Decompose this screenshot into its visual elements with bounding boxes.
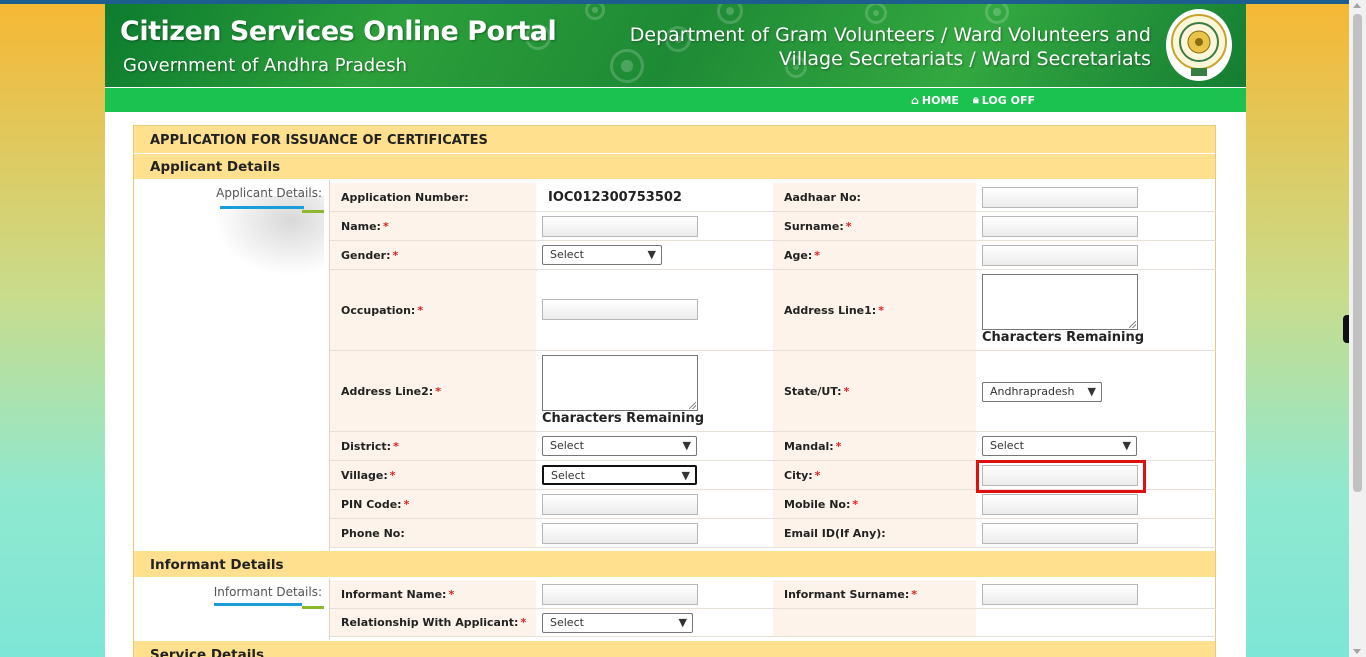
city-label: City: * <box>773 461 976 489</box>
gender-select[interactable]: Select ▼ <box>542 245 662 265</box>
name-label: Name: * <box>330 212 536 240</box>
address-line1-chars-remaining: Characters Remaining <box>982 330 1145 345</box>
relationship-select[interactable]: Select ▼ <box>542 613 693 633</box>
application-number-value: IOC012300753502 <box>548 189 682 205</box>
portal-title: Citizen Services Online Portal <box>120 16 557 47</box>
chevron-down-icon: ▼ <box>1122 439 1131 452</box>
form-row: Application Number: IOC012300753502 Aadh… <box>330 183 1216 212</box>
informant-surname-label: Informant Surname: * <box>773 580 976 608</box>
mobile-label: Mobile No: * <box>773 490 976 518</box>
page-container: Citizen Services Online Portal Governmen… <box>105 4 1246 657</box>
phone-input[interactable] <box>542 523 698 544</box>
department-name-line2: Village Secretariats / Ward Secretariats <box>778 48 1151 70</box>
email-input[interactable] <box>982 523 1138 544</box>
form-row: Address Line2: * Characters Remaining Sta… <box>330 351 1216 432</box>
nav-bar: ⌂ HOME 🔒︎ LOG OFF <box>105 88 1246 112</box>
aadhaar-input[interactable] <box>982 187 1138 208</box>
decor-bubble <box>610 49 644 83</box>
aadhaar-label: Aadhaar No: <box>773 183 976 211</box>
decor-bubble <box>865 4 887 24</box>
state-emblem-icon <box>1166 9 1232 81</box>
occupation-input[interactable] <box>542 299 698 320</box>
state-select[interactable]: Andhrapradesh ▼ <box>982 382 1102 402</box>
form-row: Village: * Select ▼ City: * <box>330 460 1216 493</box>
address-line2-chars-remaining: Characters Remaining <box>542 411 705 426</box>
chevron-down-icon: ▼ <box>682 439 691 452</box>
chevron-down-icon: ▼ <box>681 469 690 482</box>
surname-input[interactable] <box>982 216 1138 237</box>
scroll-up-icon[interactable] <box>1353 3 1361 8</box>
mandal-label: Mandal: * <box>773 432 976 460</box>
chevron-down-icon: ▼ <box>678 616 687 629</box>
side-underline-green <box>302 210 324 213</box>
decor-bubble <box>717 4 743 24</box>
side-underline-blue <box>220 206 304 209</box>
district-select[interactable]: Select ▼ <box>542 436 697 456</box>
mobile-input[interactable] <box>982 494 1138 515</box>
home-link[interactable]: ⌂ HOME <box>911 93 959 107</box>
chevron-down-icon: ▼ <box>647 248 656 261</box>
lock-icon: 🔒︎ <box>972 93 979 106</box>
address-line1-label: Address Line1: * <box>773 270 976 350</box>
vertical-scrollbar[interactable] <box>1349 0 1366 657</box>
applicant-section-header: Applicant Details <box>134 154 1215 179</box>
informant-section-header: Informant Details <box>134 551 1215 577</box>
logoff-label: LOG OFF <box>981 93 1035 107</box>
informant-name-input[interactable] <box>542 584 698 605</box>
form-row: Relationship With Applicant: * Select ▼ <box>330 609 1216 637</box>
form-row: Occupation: * Address Line1: * Characters … <box>330 270 1216 351</box>
logoff-link[interactable]: 🔒︎ LOG OFF <box>973 93 1035 107</box>
decor-bubble <box>585 4 605 20</box>
occupation-label: Occupation: * <box>330 270 536 350</box>
informant-surname-input[interactable] <box>982 584 1138 605</box>
district-label: District: * <box>330 432 536 460</box>
age-label: Age: * <box>773 241 976 269</box>
chevron-down-icon: ▼ <box>1087 385 1096 398</box>
village-select[interactable]: Select ▼ <box>542 465 697 485</box>
relationship-label: Relationship With Applicant: * <box>330 609 536 636</box>
form-row: Informant Name: * Informant Surname: * <box>330 580 1216 609</box>
home-icon: ⌂ <box>911 93 919 107</box>
applicant-details-grid: Application Number: IOC012300753502 Aadh… <box>329 180 1216 551</box>
phone-label: Phone No: <box>330 519 536 547</box>
header-banner: Citizen Services Online Portal Governmen… <box>105 4 1246 87</box>
age-input[interactable] <box>982 245 1138 266</box>
form-row: PIN Code: * Mobile No: * <box>330 490 1216 519</box>
pin-code-input[interactable] <box>542 494 698 515</box>
city-input-highlight <box>976 460 1146 493</box>
form-title: APPLICATION FOR ISSUANCE OF CERTIFICATES <box>134 126 1215 153</box>
address-line2-label: Address Line2: * <box>330 351 536 431</box>
address-line1-textarea[interactable] <box>982 274 1138 330</box>
application-number-label: Application Number: <box>330 183 536 211</box>
form-row: Gender: * Select ▼ Age: * <box>330 241 1216 270</box>
form-row: Phone No: Email ID(If Any): <box>330 519 1216 548</box>
informant-name-label: Informant Name: * <box>330 580 536 608</box>
scrollbar-thumb[interactable] <box>1353 14 1362 492</box>
scroll-down-icon[interactable] <box>1353 649 1361 654</box>
pin-code-label: PIN Code: * <box>330 490 536 518</box>
email-label: Email ID(If Any): <box>773 519 976 547</box>
informant-details-grid: Informant Name: * Informant Surname: * Rel… <box>329 578 1216 640</box>
side-underline-blue <box>214 603 302 606</box>
portal-subtitle: Government of Andhra Pradesh <box>123 55 408 76</box>
informant-side-label: Informant Details: <box>213 585 322 599</box>
applicant-side-label: Applicant Details: <box>216 186 322 200</box>
decor-bubble <box>985 4 1009 24</box>
department-name-line1: Department of Gram Volunteers / Ward Vol… <box>629 24 1151 46</box>
form-row: Name: * Surname: * <box>330 212 1216 241</box>
application-form: APPLICATION FOR ISSUANCE OF CERTIFICATES… <box>133 125 1216 657</box>
service-section-header: Service Details <box>134 641 1215 657</box>
surname-label: Surname: * <box>773 212 976 240</box>
home-label: HOME <box>921 93 959 107</box>
state-label: State/UT: * <box>773 351 976 431</box>
address-line2-textarea[interactable] <box>542 355 698 411</box>
gender-label: Gender: * <box>330 241 536 269</box>
form-row: District: * Select ▼ Mandal: * Select ▼ <box>330 432 1216 461</box>
side-underline-green <box>302 606 324 609</box>
name-input[interactable] <box>542 216 698 237</box>
village-label: Village: * <box>330 461 536 489</box>
mandal-select[interactable]: Select ▼ <box>982 436 1137 456</box>
